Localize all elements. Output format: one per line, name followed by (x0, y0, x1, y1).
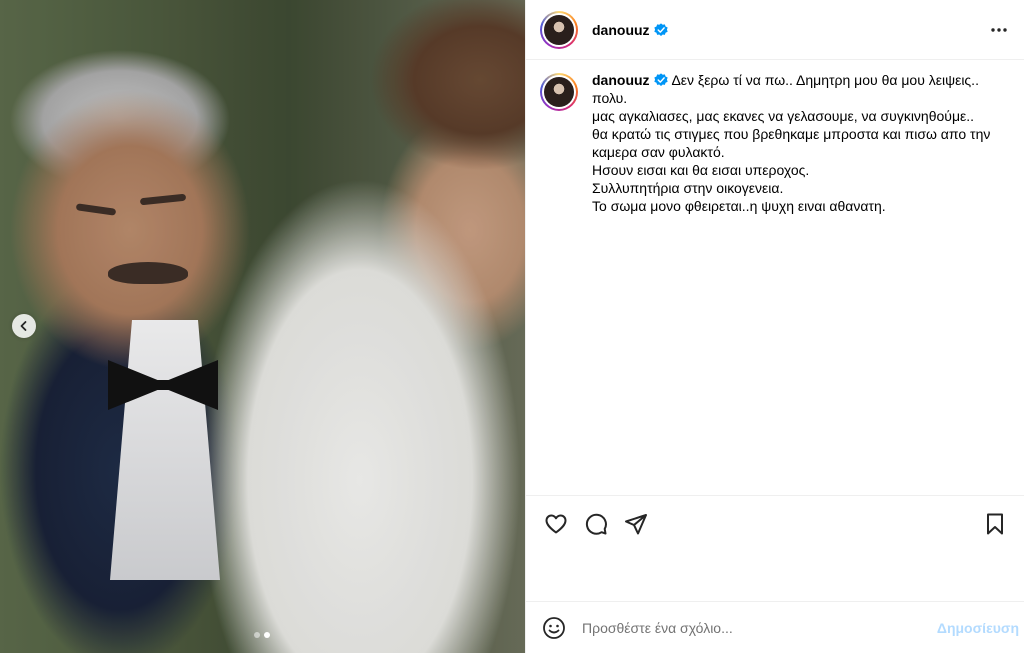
heart-icon (545, 514, 567, 533)
comment-icon (585, 513, 607, 535)
caption-line: μας αγκαλιασες, μας εκανες να γελασουμε,… (592, 108, 975, 124)
send-icon (625, 513, 647, 534)
username-link[interactable]: danouuz (592, 22, 668, 38)
comment-button[interactable] (580, 508, 612, 540)
caption-line: Δεν ξερω τί να πω.. Δημητρη μου θα μου λ… (592, 72, 979, 106)
caption-line: θα κρατώ τις στιγμες που βρεθηκαμε μπροσ… (592, 126, 991, 160)
verified-badge-icon (653, 22, 668, 37)
carousel-dots (254, 632, 270, 638)
comment-input[interactable] (582, 612, 937, 643)
verified-badge-icon (653, 73, 668, 87)
post-panel: danouuz danouuz Δεν ξερω τί να πω.. Δημη… (525, 0, 1024, 653)
caption-username[interactable]: danouuz (592, 72, 650, 88)
username-text: danouuz (592, 21, 650, 38)
post-photo[interactable] (0, 0, 525, 653)
save-button[interactable] (979, 508, 1011, 540)
more-options-button[interactable] (987, 18, 1011, 42)
bookmark-icon (987, 513, 1003, 534)
emoji-icon (543, 616, 565, 639)
chevron-left-icon (20, 321, 27, 331)
emoji-button[interactable] (540, 614, 568, 642)
caption-text: danouuz Δεν ξερω τί να πω.. Δημητρη μου … (592, 71, 1002, 485)
photo-mustache (108, 262, 188, 284)
caption-line: Συλλυπητήρια στην οικογενεια. (592, 180, 784, 196)
carousel-dot-active (264, 632, 270, 638)
caption-line: Το σωμα μονο φθειρεται..η ψυχη ειναι αθα… (592, 198, 886, 214)
comment-bar: Δημοσίευση (526, 601, 1024, 653)
carousel-dot (254, 632, 260, 638)
carousel-prev-button[interactable] (12, 314, 36, 338)
like-button[interactable] (540, 508, 572, 540)
caption-line: Ησουν εισαι και θα εισαι υπεροχος. (592, 162, 810, 178)
avatar-image (544, 77, 574, 107)
photo-shade (0, 0, 525, 653)
post-header: danouuz (526, 0, 1024, 60)
avatar[interactable] (540, 10, 578, 49)
avatar-image (544, 14, 574, 45)
caption-area: danouuz Δεν ξερω τί να πω.. Δημητρη μου … (526, 61, 1024, 495)
post-comment-button[interactable]: Δημοσίευση (937, 620, 1019, 636)
more-horizontal-icon (991, 27, 1007, 32)
action-bar (526, 495, 1024, 551)
share-button[interactable] (620, 508, 652, 540)
caption-avatar[interactable] (540, 73, 578, 111)
